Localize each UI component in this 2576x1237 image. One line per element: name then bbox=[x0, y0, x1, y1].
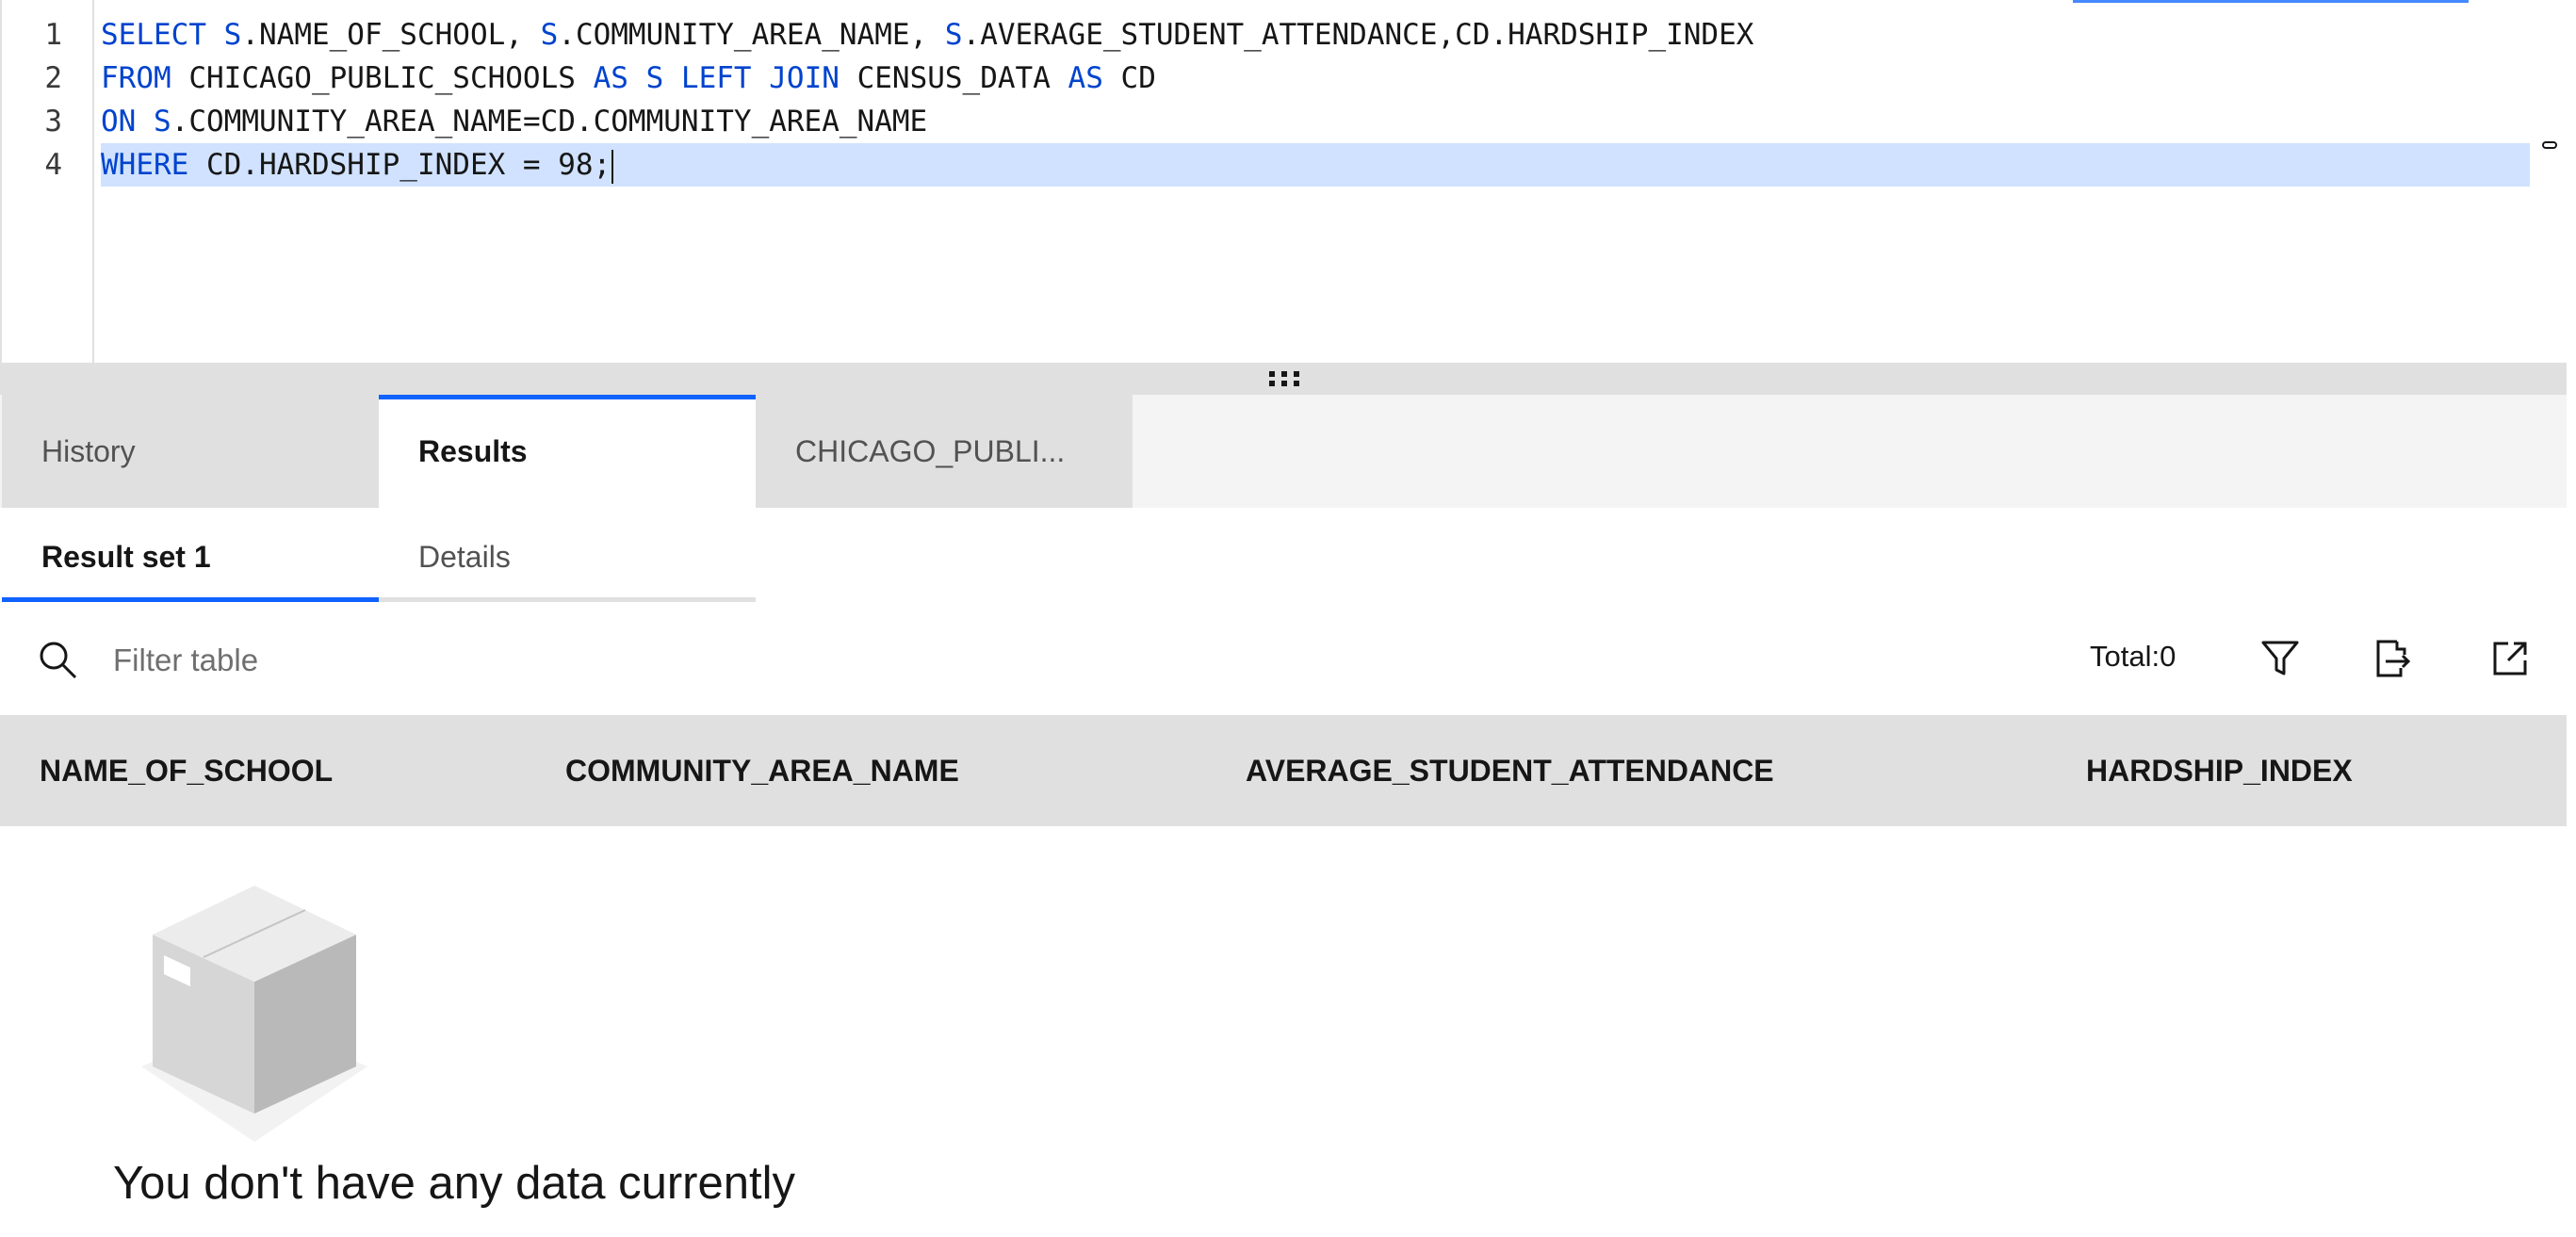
sql-keyword: LEFT bbox=[680, 61, 770, 95]
sql-keyword: JOIN bbox=[769, 61, 857, 95]
table-toolbar: Total:0 bbox=[0, 602, 2567, 715]
sql-keyword: S bbox=[540, 18, 559, 52]
sql-keyword: S bbox=[944, 18, 963, 52]
code-line[interactable]: SELECT S.NAME_OF_SCHOOL, S.COMMUNITY_ARE… bbox=[101, 13, 1753, 57]
drag-handle-icon[interactable] bbox=[1268, 370, 1300, 387]
empty-state-message: You don't have any data currently bbox=[113, 1158, 795, 1209]
sql-keyword: S bbox=[154, 105, 171, 138]
sql-token: .NAME_OF_SCHOOL, bbox=[241, 18, 541, 52]
tab-history[interactable]: History bbox=[2, 395, 379, 508]
sql-token: CENSUS_DATA bbox=[856, 61, 1068, 95]
line-number: 3 bbox=[44, 105, 62, 138]
column-header-hardship-index[interactable]: HARDSHIP_INDEX bbox=[2086, 715, 2353, 826]
export-icon[interactable] bbox=[2369, 636, 2414, 681]
sql-keyword: AS bbox=[593, 61, 646, 95]
column-header-name-of-school[interactable]: NAME_OF_SCHOOL bbox=[40, 715, 333, 826]
sql-token: .AVERAGE_STUDENT_ATTENDANCE,CD.HARDSHIP_… bbox=[962, 18, 1754, 52]
sql-token: .COMMUNITY_AREA_NAME, bbox=[558, 18, 945, 52]
launch-icon[interactable] bbox=[2487, 636, 2533, 681]
line-number: 1 bbox=[44, 18, 62, 52]
line-number-gutter: 1 2 3 4 bbox=[2, 0, 94, 363]
sql-token: .COMMUNITY_AREA_NAME=CD.COMMUNITY_AREA_N… bbox=[171, 105, 928, 138]
code-line[interactable]: FROM CHICAGO_PUBLIC_SCHOOLS AS S LEFT JO… bbox=[101, 57, 1156, 100]
text-cursor bbox=[611, 149, 614, 184]
sql-editor[interactable]: 1 2 3 4 SELECT S.NAME_OF_SCHOOL, S.COMMU… bbox=[0, 0, 2567, 363]
result-tabs: History Results CHICAGO_PUBLI... bbox=[0, 395, 2567, 508]
sql-token: CHICAGO_PUBLIC_SCHOOLS bbox=[188, 61, 594, 95]
sql-keyword: S bbox=[223, 18, 242, 52]
code-line[interactable]: ON S.COMMUNITY_AREA_NAME=CD.COMMUNITY_AR… bbox=[101, 100, 927, 143]
subtab-details[interactable]: Details bbox=[379, 508, 756, 602]
filter-icon[interactable] bbox=[2258, 636, 2303, 681]
line-number: 2 bbox=[44, 61, 62, 95]
total-count: Total:0 bbox=[2090, 640, 2177, 673]
panel-resize-handle[interactable] bbox=[0, 363, 2567, 395]
scrollbar-thumb[interactable] bbox=[2542, 141, 2557, 149]
column-header-community-area-name[interactable]: COMMUNITY_AREA_NAME bbox=[565, 715, 959, 826]
sql-keyword: WHERE bbox=[101, 148, 206, 182]
editor-accent-bar bbox=[2073, 0, 2469, 3]
subtab-result-set-1[interactable]: Result set 1 bbox=[2, 508, 379, 602]
tab-chicago-public-schools[interactable]: CHICAGO_PUBLI... bbox=[756, 395, 1133, 508]
empty-box-illustration bbox=[141, 886, 367, 1142]
line-number: 4 bbox=[44, 148, 62, 182]
sql-token: CD bbox=[1120, 61, 1156, 95]
tab-results[interactable]: Results bbox=[379, 395, 756, 508]
sql-token: CD.HARDSHIP_INDEX = 98; bbox=[205, 148, 611, 182]
filter-table-input[interactable] bbox=[111, 630, 1246, 691]
sql-keyword: SELECT bbox=[101, 18, 224, 52]
sql-keyword: S bbox=[645, 61, 681, 95]
sql-keyword: AS bbox=[1068, 61, 1121, 95]
sql-keyword: FROM bbox=[101, 61, 189, 95]
column-header-average-student-attendance[interactable]: AVERAGE_STUDENT_ATTENDANCE bbox=[1246, 715, 1774, 826]
code-line-active[interactable]: WHERE CD.HARDSHIP_INDEX = 98; bbox=[101, 143, 2530, 187]
sql-keyword: ON bbox=[101, 105, 154, 138]
search-icon bbox=[40, 642, 77, 679]
table-header: NAME_OF_SCHOOL COMMUNITY_AREA_NAME AVERA… bbox=[0, 715, 2567, 826]
